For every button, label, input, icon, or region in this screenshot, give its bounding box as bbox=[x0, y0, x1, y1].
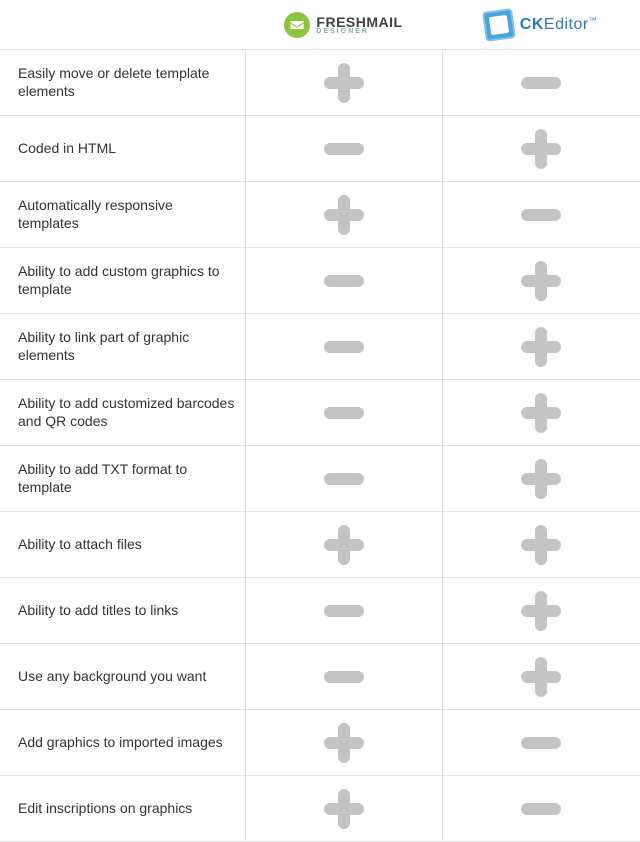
table-row: Easily move or delete template elements bbox=[0, 50, 640, 116]
feature-label: Edit inscriptions on graphics bbox=[0, 776, 245, 841]
freshmail-logo: FRESHMAIL DESIGNER bbox=[284, 12, 402, 38]
table-row: Coded in HTML bbox=[0, 116, 640, 182]
freshmail-icon bbox=[284, 12, 310, 38]
feature-label: Ability to attach files bbox=[0, 512, 245, 577]
feature-label: Automatically responsive templates bbox=[0, 182, 245, 247]
freshmail-cell bbox=[245, 182, 442, 247]
plus-icon bbox=[324, 525, 364, 565]
table-row: Edit inscriptions on graphics bbox=[0, 776, 640, 842]
feature-label: Ability to add customized barcodes and Q… bbox=[0, 380, 245, 445]
table-row: Ability to add TXT format to template bbox=[0, 446, 640, 512]
table-row: Ability to attach files bbox=[0, 512, 640, 578]
ckeditor-cell bbox=[442, 116, 639, 181]
table-row: Ability to add customized barcodes and Q… bbox=[0, 380, 640, 446]
header-empty bbox=[0, 0, 245, 49]
plus-icon bbox=[521, 459, 561, 499]
freshmail-cell bbox=[245, 50, 442, 115]
comparison-table: FRESHMAIL DESIGNER CKEditor™ Easily move… bbox=[0, 0, 640, 842]
ckeditor-cell bbox=[442, 512, 639, 577]
freshmail-cell bbox=[245, 314, 442, 379]
minus-icon bbox=[521, 789, 561, 829]
freshmail-cell bbox=[245, 644, 442, 709]
table-row: Automatically responsive templates bbox=[0, 182, 640, 248]
freshmail-cell bbox=[245, 710, 442, 775]
minus-icon bbox=[324, 261, 364, 301]
freshmail-cell bbox=[245, 512, 442, 577]
minus-icon bbox=[521, 63, 561, 103]
table-row: Add graphics to imported images bbox=[0, 710, 640, 776]
plus-icon bbox=[521, 393, 561, 433]
minus-icon bbox=[324, 129, 364, 169]
plus-icon bbox=[521, 525, 561, 565]
plus-icon bbox=[521, 327, 561, 367]
table-header: FRESHMAIL DESIGNER CKEditor™ bbox=[0, 0, 640, 50]
column-header-freshmail: FRESHMAIL DESIGNER bbox=[245, 0, 442, 49]
table-row: Use any background you want bbox=[0, 644, 640, 710]
feature-label: Easily move or delete template elements bbox=[0, 50, 245, 115]
table-row: Ability to link part of graphic elements bbox=[0, 314, 640, 380]
ckeditor-cell bbox=[442, 446, 639, 511]
plus-icon bbox=[521, 657, 561, 697]
plus-icon bbox=[521, 261, 561, 301]
minus-icon bbox=[324, 591, 364, 631]
ckeditor-cell bbox=[442, 578, 639, 643]
feature-label: Add graphics to imported images bbox=[0, 710, 245, 775]
ckeditor-cell bbox=[442, 644, 639, 709]
freshmail-cell bbox=[245, 578, 442, 643]
freshmail-cell bbox=[245, 248, 442, 313]
minus-icon bbox=[521, 723, 561, 763]
freshmail-cell bbox=[245, 380, 442, 445]
plus-icon bbox=[521, 129, 561, 169]
minus-icon bbox=[324, 459, 364, 499]
freshmail-cell bbox=[245, 776, 442, 841]
ckeditor-cell bbox=[442, 248, 639, 313]
minus-icon bbox=[324, 327, 364, 367]
plus-icon bbox=[324, 63, 364, 103]
feature-label: Coded in HTML bbox=[0, 116, 245, 181]
plus-icon bbox=[324, 195, 364, 235]
feature-label: Ability to add custom graphics to templa… bbox=[0, 248, 245, 313]
plus-icon bbox=[521, 591, 561, 631]
feature-label: Ability to add titles to links bbox=[0, 578, 245, 643]
ckeditor-cell bbox=[442, 50, 639, 115]
ckeditor-icon bbox=[482, 8, 516, 42]
feature-label: Ability to link part of graphic elements bbox=[0, 314, 245, 379]
feature-label: Ability to add TXT format to template bbox=[0, 446, 245, 511]
ckeditor-cell bbox=[442, 182, 639, 247]
ckeditor-cell bbox=[442, 380, 639, 445]
freshmail-cell bbox=[245, 446, 442, 511]
ckeditor-cell bbox=[442, 314, 639, 379]
minus-icon bbox=[521, 195, 561, 235]
column-header-ckeditor: CKEditor™ bbox=[442, 0, 639, 49]
feature-label: Use any background you want bbox=[0, 644, 245, 709]
freshmail-cell bbox=[245, 116, 442, 181]
ckeditor-cell bbox=[442, 776, 639, 841]
minus-icon bbox=[324, 393, 364, 433]
table-row: Ability to add custom graphics to templa… bbox=[0, 248, 640, 314]
table-row: Ability to add titles to links bbox=[0, 578, 640, 644]
minus-icon bbox=[324, 657, 364, 697]
plus-icon bbox=[324, 789, 364, 829]
plus-icon bbox=[324, 723, 364, 763]
ckeditor-cell bbox=[442, 710, 639, 775]
ckeditor-logo: CKEditor™ bbox=[484, 10, 597, 40]
ckeditor-name: CKEditor™ bbox=[520, 16, 597, 34]
